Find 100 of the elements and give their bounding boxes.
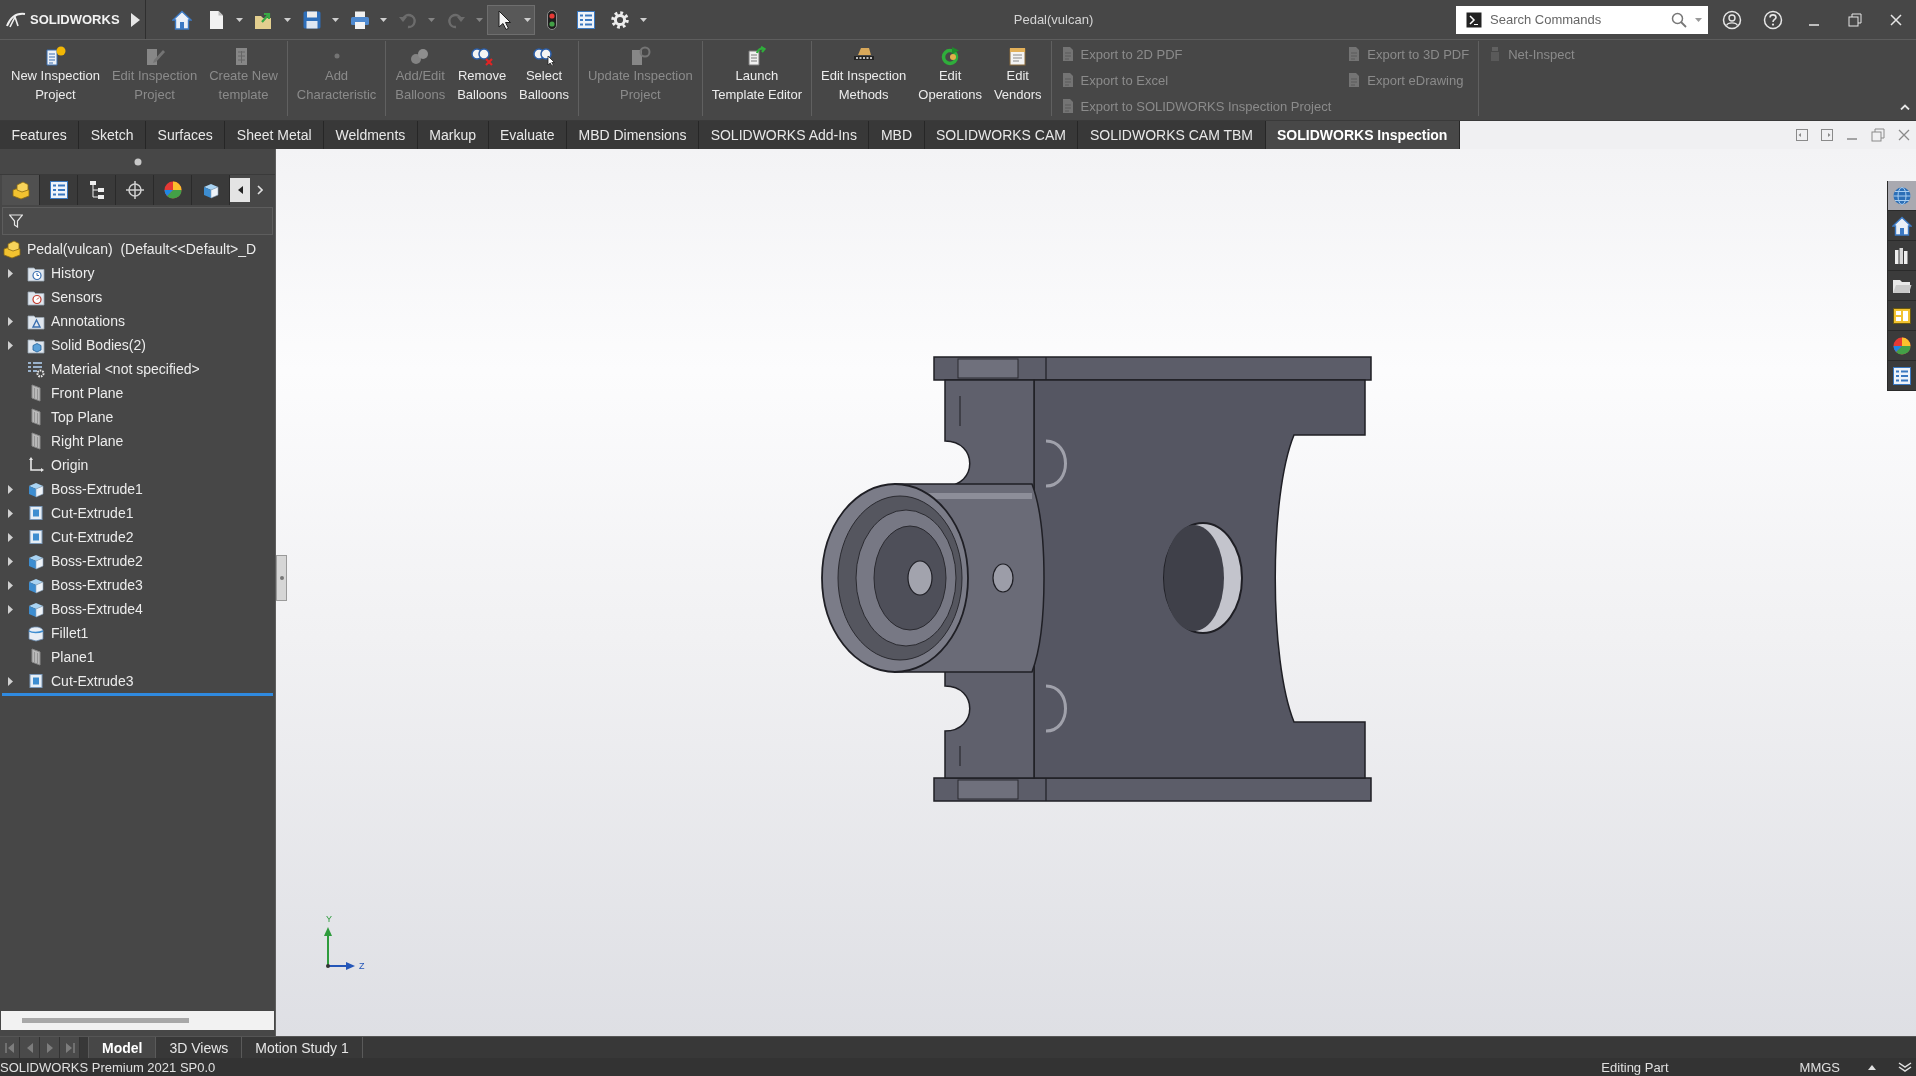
command-tab[interactable]: SOLIDWORKS Add-Ins [699,121,870,149]
ribbon-button[interactable]: Remove Balloons [451,41,514,116]
axis-label: Z [359,961,365,971]
axis-label: Y [326,914,332,924]
tree-item[interactable]: Boss-Extrude4 [51,601,143,617]
command-tab[interactable]: SOLIDWORKS CAM [924,121,1079,149]
ribbon-button[interactable]: Select Balloons [513,41,575,116]
folder-clock-icon [27,264,45,282]
command-tab[interactable]: Sketch [79,121,147,149]
task-pane-tab[interactable] [1888,181,1916,211]
ribbon-button[interactable]: Launch Template Editor [705,41,809,116]
tree-item[interactable]: Cut-Extrude3 [51,673,134,689]
tree-item[interactable]: Front Plane [51,385,124,401]
tree-item[interactable]: Origin [51,457,89,473]
tree-item[interactable]: History [51,265,95,281]
panel-tab[interactable] [40,175,78,205]
command-tab[interactable]: Weldments [324,121,418,149]
model-tab[interactable]: Model [88,1037,157,1058]
horizontal-scrollbar[interactable] [1,1011,274,1030]
folder-gauge-icon [27,288,45,306]
expand-arrow-icon[interactable] [7,676,14,686]
grip-dot-icon[interactable] [133,157,142,166]
ribbon-button[interactable]: Edit Operations [912,41,988,116]
status-text: SOLIDWORKS Premium 2021 SP0.0 [0,1059,216,1075]
tree-item[interactable]: Plane1 [51,649,95,665]
help-icon[interactable] [1762,9,1783,30]
expand-arrow-icon[interactable] [7,268,14,278]
list-gear-icon [27,360,45,378]
command-tab[interactable]: MBD Dimensions [567,121,700,149]
command-tab[interactable]: Markup [417,121,489,149]
command-prompt-icon [1466,11,1482,28]
tile-left-icon[interactable] [1796,129,1808,141]
search-icon [1671,11,1687,28]
expand-arrow-icon[interactable] [7,604,14,614]
tree-item[interactable]: Solid Bodies(2) [51,337,146,353]
blocks-icon [11,180,30,200]
cube-icon [27,552,45,570]
ribbon-button[interactable]: Edit Vendors [987,41,1048,116]
user-icon[interactable] [1721,9,1742,30]
tree-item[interactable]: Top Plane [51,409,114,425]
command-tab[interactable]: Features [0,121,80,149]
command-tab[interactable]: MBD [869,121,925,149]
tree-item[interactable]: Material <not specified> [51,361,200,377]
units-label[interactable]: MMGS [1799,1059,1840,1075]
command-tab[interactable]: SOLIDWORKS CAM TBM [1078,121,1266,149]
command-tab[interactable]: SOLIDWORKS Inspection [1265,121,1460,149]
search-field[interactable]: Search Commands [1456,5,1708,34]
folder-triangle-icon [27,312,45,330]
panel-tab[interactable] [154,175,192,205]
panel-tab[interactable] [116,175,154,205]
triangle-icon[interactable] [131,12,140,27]
cube-icon [27,480,45,498]
expand-arrow-icon[interactable] [7,508,14,518]
balloons-cursor-icon [532,46,555,66]
expand-arrow-icon[interactable] [7,340,14,350]
tree-item[interactable]: Sensors [51,289,103,305]
gear-icon [610,9,630,30]
balloons-x-icon [471,46,494,66]
expand-arrow-icon[interactable] [7,484,14,494]
expand-arrow-icon[interactable] [7,316,14,326]
scrollbar-thumb[interactable] [22,1018,189,1023]
caret-icon [639,17,647,22]
panel-tab[interactable] [2,175,40,205]
tree-item[interactable]: Boss-Extrude1 [51,481,143,497]
panel-tab[interactable] [192,175,230,205]
command-tab[interactable]: Sheet Metal [225,121,325,149]
panel-collapse-handle[interactable] [276,555,287,601]
caret-icon [523,17,531,22]
cut-box-icon [27,528,45,546]
scroll-left-button[interactable] [230,178,250,202]
toolbar-button[interactable] [487,4,535,35]
filter-field[interactable] [2,207,273,235]
document-icon [1347,72,1362,88]
tree-item[interactable]: Cut-Extrude2 [51,529,134,545]
ribbon-button[interactable]: New Inspection Project [5,41,106,116]
search-input[interactable]: Search Commands [1490,9,1663,30]
panel-tab[interactable] [78,175,116,205]
tree-item[interactable]: Fillet1 [51,625,89,641]
chevron-right-icon[interactable] [257,185,263,195]
restore-icon[interactable] [1847,12,1862,27]
tree-item[interactable]: Pedal(vulcan) (Default<<Default>_D [27,241,257,257]
caret-icon [379,17,387,22]
tree-item[interactable]: Boss-Extrude3 [51,577,143,593]
ribbon-button[interactable]: Edit Inspection Methods [815,41,913,116]
tree-item[interactable]: Boss-Extrude2 [51,553,143,569]
caret-up-icon[interactable] [1868,1064,1876,1070]
filter-icon [9,214,23,228]
expand-arrow-icon[interactable] [7,556,14,566]
tree-item[interactable]: Annotations [51,313,125,329]
command-tab[interactable]: Evaluate [488,121,567,149]
document-icon [1060,98,1075,114]
command-tab[interactable]: Surfaces [146,121,226,149]
chevron-up-icon[interactable] [1900,104,1910,110]
tree-item[interactable]: Right Plane [51,433,124,449]
tile-right-icon[interactable] [1821,129,1833,141]
caret-icon [235,17,243,22]
expand-arrow-icon[interactable] [7,580,14,590]
expand-arrow-icon[interactable] [7,532,14,542]
chevrons-icon[interactable] [1898,1061,1912,1073]
tree-item[interactable]: Cut-Extrude1 [51,505,134,521]
